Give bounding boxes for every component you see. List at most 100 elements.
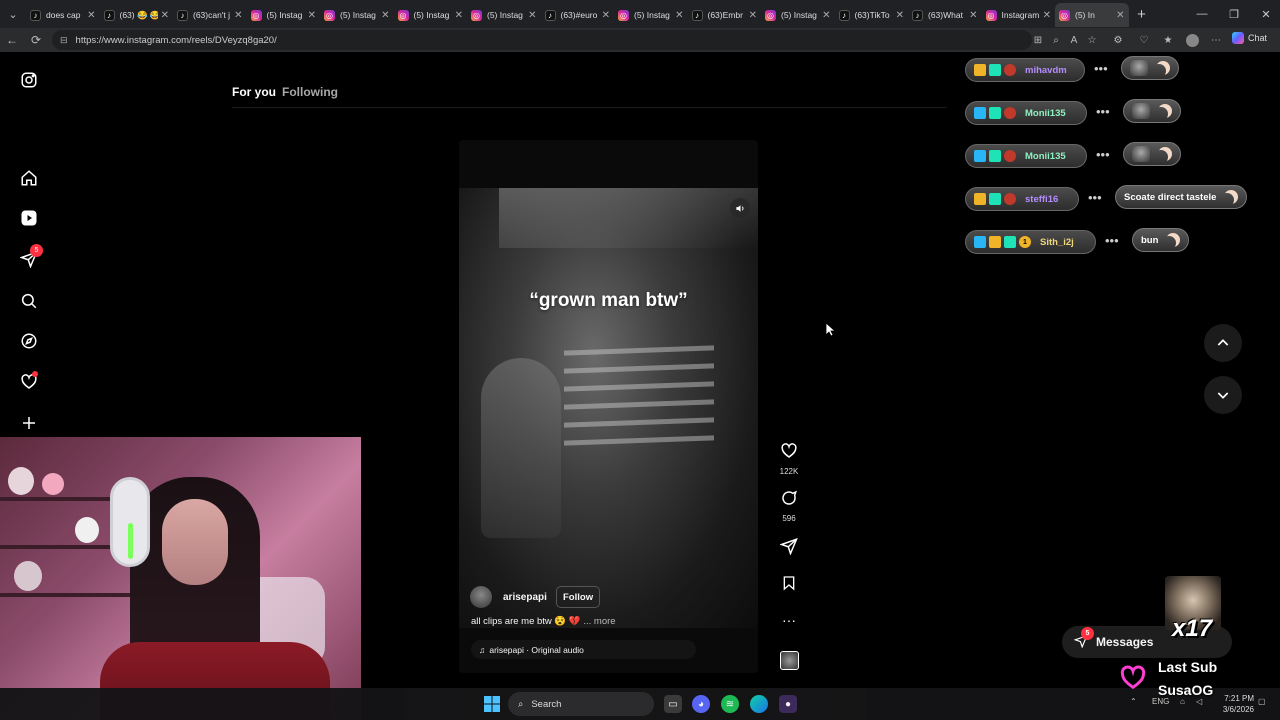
next-reel-button[interactable] (1204, 376, 1242, 414)
search-icon[interactable] (18, 290, 40, 312)
caption-more-link[interactable]: ... more (583, 616, 615, 627)
browser-tab[interactable]: ♪ (63)TikTo ✕ (835, 3, 909, 27)
chat-badge-icon (1004, 107, 1016, 119)
reel-author-avatar[interactable] (470, 586, 492, 608)
app-available-icon[interactable]: ⊞ (1030, 32, 1046, 48)
network-icon[interactable]: ⌂ (1180, 697, 1185, 706)
browser-tab[interactable]: ◎ (5) Instag ✕ (247, 3, 321, 27)
music-note-icon: ♫ (479, 644, 486, 655)
close-tab-icon[interactable]: ✕ (455, 10, 463, 21)
browser-tab[interactable]: ♪ does cap ✕ (26, 3, 100, 27)
audio-thumbnail[interactable] (780, 651, 799, 670)
browser-tab[interactable]: ♪ (63)#euro ✕ (541, 3, 615, 27)
reels-icon[interactable] (18, 207, 40, 229)
moon-icon (1166, 233, 1180, 247)
browser-tab[interactable]: ◎ (5) In ✕ (1055, 3, 1129, 27)
webcam-shelf (0, 593, 130, 597)
favorites-icon[interactable]: ★ (1160, 32, 1176, 48)
close-tab-icon[interactable]: ✕ (1043, 10, 1051, 21)
close-tab-icon[interactable]: ✕ (749, 10, 757, 21)
more-menu-icon[interactable]: ⋯ (1208, 32, 1224, 48)
follow-button[interactable]: Follow (556, 586, 601, 608)
close-tab-icon[interactable]: ✕ (896, 10, 904, 21)
close-tab-icon[interactable]: ✕ (161, 10, 169, 21)
taskbar-search[interactable]: ⌕ Search (508, 692, 654, 716)
close-tab-icon[interactable]: ✕ (381, 10, 389, 21)
discord-icon[interactable]: ◕ (692, 695, 710, 713)
url-field[interactable]: ⊟ https://www.instagram.com/reels/DVeyzq… (52, 30, 1032, 50)
speaker-icon[interactable]: ◁ (1196, 697, 1202, 706)
reel-audio-link[interactable]: ♫ arisepapi · Original audio (471, 640, 696, 659)
previous-reel-button[interactable] (1204, 324, 1242, 362)
plush-toy (42, 473, 64, 495)
browser-tab[interactable]: ◎ (5) Instag ✕ (761, 3, 835, 27)
favorite-star-icon[interactable]: ☆ (1084, 32, 1100, 48)
instagram-favicon-icon: ◎ (618, 9, 629, 21)
read-aloud-icon[interactable]: A (1066, 32, 1082, 48)
browser-tab[interactable]: ♪ (63) 😂 😂 ✕ (100, 3, 174, 27)
new-tab-button[interactable]: + (1129, 6, 1155, 23)
direct-messages-icon[interactable]: 5 (18, 244, 43, 270)
reload-icon[interactable]: ⟳ (24, 28, 48, 52)
reel-player[interactable]: “grown man btw” arisepapi Follow all cli… (459, 140, 758, 673)
browser-tab[interactable]: ◎ (5) Instag ✕ (467, 3, 541, 27)
edge-browser-icon[interactable] (750, 695, 768, 713)
site-info-icon[interactable]: ⊟ (60, 35, 68, 46)
close-tab-icon[interactable]: ✕ (308, 10, 316, 21)
home-icon[interactable] (18, 167, 40, 189)
browser-tab[interactable]: ◎ (5) Instag ✕ (394, 3, 468, 27)
windows-start-icon[interactable] (483, 695, 501, 713)
obs-icon[interactable]: ● (779, 695, 797, 713)
browser-tab[interactable]: ♪ (63)What ✕ (908, 3, 982, 27)
language-indicator[interactable]: ENG (1152, 697, 1169, 706)
like-button[interactable]: 122K (779, 442, 799, 476)
back-icon[interactable]: ← (0, 28, 24, 52)
close-tab-icon[interactable]: ✕ (675, 10, 683, 21)
save-button[interactable] (779, 574, 799, 597)
chat-message-pill: bun (1132, 228, 1190, 252)
tray-overflow-icon[interactable]: ⌃ (1130, 697, 1137, 706)
volume-icon[interactable] (730, 198, 750, 218)
restore-button[interactable]: ❐ (1218, 0, 1250, 28)
browser-tab[interactable]: ♪ (63)can't j ✕ (173, 3, 247, 27)
browser-tab[interactable]: ◎ Instagram ✕ (982, 3, 1056, 27)
explore-compass-icon[interactable] (18, 330, 40, 352)
close-tab-icon[interactable]: ✕ (234, 10, 242, 21)
browser-tab[interactable]: ◎ (5) Instag ✕ (614, 3, 688, 27)
reel-author-username[interactable]: arisepapi (503, 592, 547, 603)
file-explorer-icon[interactable]: ▭ (664, 695, 682, 713)
close-tab-icon[interactable]: ✕ (602, 10, 610, 21)
close-tab-icon[interactable]: ✕ (87, 10, 95, 21)
tab-list-chevron-icon[interactable]: ⌄ (0, 0, 26, 28)
notifications-heart-icon[interactable] (18, 371, 40, 393)
comment-button[interactable]: 596 (779, 489, 799, 523)
minimize-button[interactable]: — (1186, 0, 1218, 28)
share-button[interactable] (779, 537, 799, 560)
chat-badge-icon (974, 107, 986, 119)
copilot-chat-button[interactable]: Chat (1232, 32, 1267, 44)
notification-center-icon[interactable]: ▢ (1258, 697, 1266, 706)
tab-for-you[interactable]: For you (232, 85, 276, 99)
create-plus-icon[interactable] (18, 412, 40, 434)
chat-username-pill: steffi16 (965, 187, 1079, 211)
close-tab-icon[interactable]: ✕ (969, 10, 977, 21)
browser-essentials-icon[interactable]: ♡ (1136, 32, 1152, 48)
zoom-icon[interactable]: ⌕ (1048, 32, 1064, 48)
reel-video-frame[interactable] (459, 188, 758, 628)
instagram-logo-icon[interactable] (18, 69, 40, 91)
tab-following[interactable]: Following (282, 85, 338, 99)
instagram-favicon-icon: ◎ (471, 9, 482, 21)
close-tab-icon[interactable]: ✕ (528, 10, 536, 21)
browser-tab[interactable]: ♪ (63)Embr ✕ (688, 3, 762, 27)
tab-title: (63)#euro (560, 10, 598, 20)
extensions-icon[interactable]: ⚙ (1110, 32, 1126, 48)
close-tab-icon[interactable]: ✕ (822, 10, 830, 21)
more-options-icon[interactable]: ··· (779, 612, 799, 628)
close-window-button[interactable]: ✕ (1250, 0, 1280, 28)
chat-emote-icon (1132, 103, 1150, 119)
profile-avatar-icon[interactable] (1184, 32, 1200, 48)
close-tab-icon[interactable]: ✕ (1116, 10, 1124, 21)
chat-username: steffi16 (1025, 193, 1059, 205)
spotify-icon[interactable]: ≋ (721, 695, 739, 713)
browser-tab[interactable]: ◎ (5) Instag ✕ (320, 3, 394, 27)
